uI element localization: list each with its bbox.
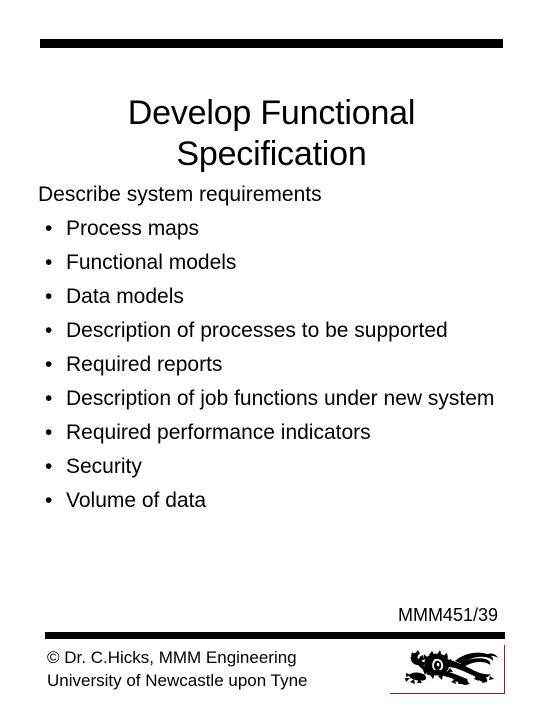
list-item: • Required reports (38, 348, 500, 382)
bullet-icon: • (45, 251, 53, 274)
bullet-icon: • (45, 455, 53, 478)
footer-credit-line-2: University of Newcastle upon Tyne (47, 671, 308, 690)
list-item: • Process maps (38, 212, 500, 246)
list-item: • Volume of data (38, 484, 500, 518)
title-top-rule (40, 39, 503, 48)
newcastle-university-lion-crest-icon (405, 650, 498, 685)
list-item: • Security (38, 450, 500, 484)
lead-text: Describe system requirements (38, 183, 322, 206)
page-title-line-2: Specification (176, 134, 367, 173)
list-item-label: Functional models (66, 251, 237, 274)
footer-credit-line-1: © Dr. C.Hicks, MMM Engineering (47, 648, 297, 667)
bullet-icon: • (45, 319, 53, 342)
page-title-line-1: Develop Functional (127, 93, 416, 132)
bullet-icon: • (45, 285, 53, 308)
list-item: • Required performance indicators (38, 416, 500, 450)
list-item-label: Description of processes to be supported (66, 319, 448, 342)
page-title: Develop Functional Specification (40, 93, 503, 175)
list-item: • Description of job functions under new… (38, 382, 500, 416)
list-item-label: Security (66, 455, 142, 478)
list-item: • Functional models (38, 246, 500, 280)
bullet-icon: • (45, 353, 53, 376)
list-item-label: Volume of data (66, 489, 207, 512)
footer-credit: © Dr. C.Hicks, MMM Engineering Universit… (47, 646, 307, 692)
logo-frame (390, 645, 505, 694)
list-item: • Description of processes to be support… (38, 314, 500, 348)
list-item-label: Required reports (66, 353, 223, 376)
body-content: Describe system requirements • Process m… (38, 178, 500, 518)
bullet-icon: • (45, 387, 53, 410)
bullet-icon: • (45, 489, 53, 512)
bullet-icon: • (45, 217, 53, 240)
list-item-label: Data models (66, 285, 184, 308)
footer-rule (45, 632, 505, 639)
list-item-label: Required performance indicators (66, 421, 371, 444)
list-item-label: Process maps (66, 217, 200, 240)
slide-number: MMM451/39 (397, 605, 498, 625)
slide: Develop Functional Specification Describ… (0, 0, 540, 720)
list-item: • Data models (38, 280, 500, 314)
bullet-icon: • (45, 421, 53, 444)
bullet-list: • Process maps • Functional models • Dat… (38, 212, 500, 518)
list-item-label: Description of job functions under new s… (66, 387, 495, 410)
